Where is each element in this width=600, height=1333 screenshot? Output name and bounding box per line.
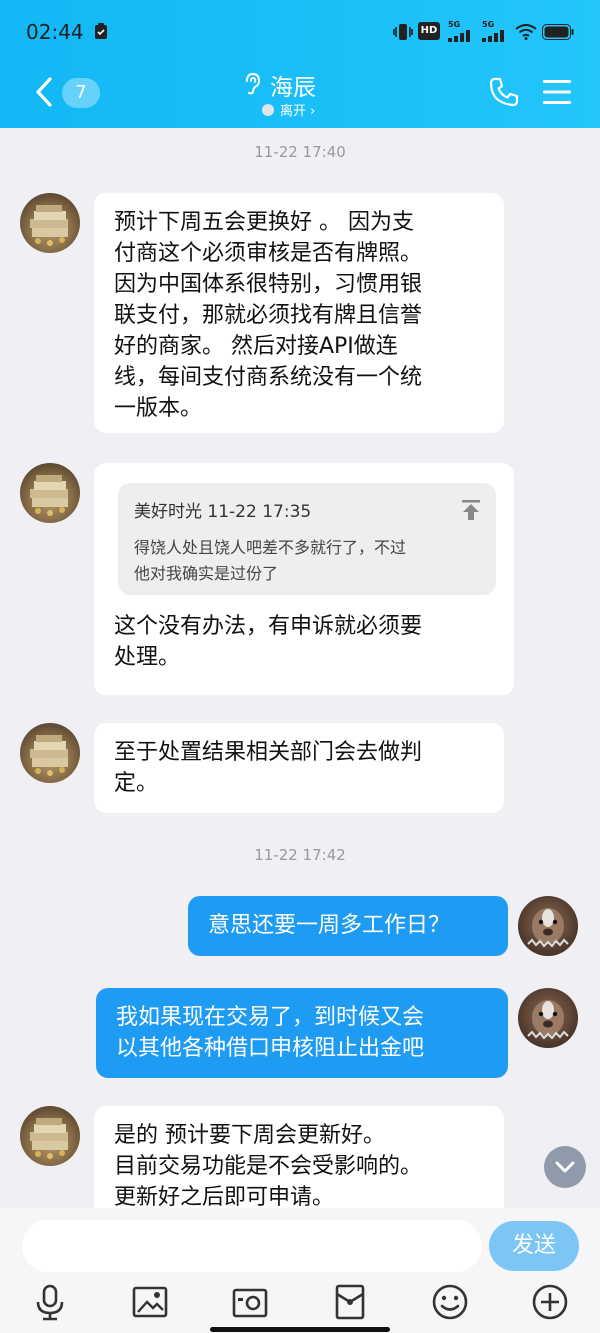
- quote-text: 得饶人处且饶人吧差不多就行了，不过 他对我确实是过份了: [134, 535, 406, 587]
- hd-badge: HD: [418, 22, 440, 40]
- nav-bar: 7 海辰 离开 ›: [0, 62, 600, 128]
- scroll-to-bottom-button[interactable]: [544, 1146, 586, 1188]
- message-line: 这个没有办法，有申诉就必须要: [114, 614, 423, 639]
- emoji-icon[interactable]: [430, 1282, 470, 1322]
- message-line: 一版本。: [114, 396, 203, 421]
- ear-icon: [246, 72, 261, 95]
- camera-icon[interactable]: [230, 1282, 270, 1322]
- presence-label: 离开 ›: [280, 104, 316, 119]
- outgoing-message[interactable]: 意思还要一周多工作日？: [188, 896, 508, 956]
- message-line: 好的商家。 然后对接API做连: [114, 334, 398, 359]
- plus-icon[interactable]: [530, 1282, 570, 1322]
- signal-icon-2: [482, 30, 504, 42]
- quote-line: 他对我确实是过份了: [134, 564, 279, 583]
- message-line: 预计下周五会更换好 。 因为支: [114, 210, 414, 235]
- clock-status-icon: [262, 104, 274, 116]
- money-stack-avatar-image: [30, 475, 68, 516]
- signal-icon: [448, 30, 470, 42]
- incoming-message-with-quote[interactable]: 美好时光 11-22 17:35 得饶人处且饶人吧差不多就行了，不过 他对我确实…: [94, 463, 514, 695]
- incoming-message[interactable]: 是的 预计要下周会更新好。 目前交易功能是不会受影响的。 更新好之后即可申请。: [94, 1106, 504, 1208]
- message-body: 这个没有办法，有申诉就必须要 处理。: [114, 611, 422, 673]
- vibrate-icon: [393, 24, 413, 40]
- message-line: 以其他各种借口申核阻止出金吧: [116, 1036, 425, 1061]
- timestamp: 11-22 17:40: [254, 143, 346, 161]
- battery-icon: [542, 24, 574, 40]
- composer-toolbar: [0, 1282, 600, 1324]
- chat-header: 02:44 HD 5G 5G 7 海辰 离开 ›: [0, 0, 600, 128]
- message-line: 目前交易功能是不会受影响的。: [114, 1154, 423, 1179]
- quoted-message[interactable]: 美好时光 11-22 17:35 得饶人处且饶人吧差不多就行了，不过 他对我确实…: [118, 483, 496, 595]
- dog-avatar-image: [527, 1000, 569, 1040]
- network-5g-label-2: 5G: [482, 20, 495, 29]
- contact-avatar[interactable]: [20, 193, 80, 253]
- composer: 发送: [0, 1208, 600, 1333]
- dog-avatar-image: [527, 908, 569, 948]
- message-line: 联支付，那就必须找有牌且信誉: [114, 303, 423, 328]
- incoming-message[interactable]: 至于处置结果相关部门会去做判 定。: [94, 723, 504, 813]
- message-line: 至于处置结果相关部门会去做判: [114, 740, 423, 765]
- network-5g-label-1: 5G: [448, 20, 461, 29]
- my-avatar[interactable]: [518, 896, 578, 956]
- contact-avatar[interactable]: [20, 723, 80, 783]
- timestamp: 11-22 17:42: [254, 846, 346, 864]
- money-stack-avatar-image: [30, 205, 68, 246]
- message-line: 定。: [114, 771, 159, 796]
- send-button[interactable]: 发送: [489, 1221, 579, 1271]
- phone-call-icon[interactable]: [488, 76, 520, 108]
- incoming-message[interactable]: 预计下周五会更换好 。 因为支 付商这个必须审核是否有牌照。 因为中国体系很特别…: [94, 193, 504, 433]
- money-stack-avatar-image: [30, 735, 68, 776]
- home-indicator: [210, 1327, 390, 1332]
- quote-line: 得饶人处且饶人吧差不多就行了，不过: [134, 538, 407, 557]
- contact-name: 海辰: [270, 75, 316, 101]
- wifi-icon: [515, 24, 537, 40]
- message-list[interactable]: 11-22 17:40 预计下周五会更换好 。 因为支 付商这个必须审核是否有牌…: [0, 128, 600, 1208]
- microphone-icon[interactable]: [30, 1282, 70, 1322]
- message-line: 处理。: [114, 645, 181, 670]
- back-chevron-icon[interactable]: [30, 75, 60, 109]
- red-packet-icon[interactable]: [330, 1282, 370, 1322]
- clipboard-icon: [95, 23, 107, 39]
- contact-title[interactable]: 海辰: [270, 68, 332, 102]
- unread-count-badge[interactable]: 7: [62, 78, 100, 108]
- clock: 02:44: [26, 20, 84, 44]
- chevron-down-icon: [555, 1161, 575, 1173]
- message-line: 更新好之后即可申请。: [114, 1185, 335, 1208]
- image-icon[interactable]: [130, 1282, 170, 1322]
- message-line: 意思还要一周多工作日？: [208, 913, 451, 938]
- contact-avatar[interactable]: [20, 463, 80, 523]
- message-input[interactable]: [22, 1220, 482, 1272]
- jump-to-original-icon[interactable]: [460, 499, 482, 521]
- outgoing-message[interactable]: 我如果现在交易了，到时候又会 以其他各种借口申核阻止出金吧: [96, 988, 508, 1078]
- message-line: 是的 预计要下周会更新好。: [114, 1123, 385, 1148]
- money-stack-avatar-image: [30, 1118, 68, 1159]
- presence-status[interactable]: 离开 ›: [262, 100, 315, 119]
- message-line: 我如果现在交易了，到时候又会: [116, 1005, 425, 1030]
- contact-avatar[interactable]: [20, 1106, 80, 1166]
- message-line: 因为中国体系很特别，习惯用银: [114, 272, 423, 297]
- message-line: 付商这个必须审核是否有牌照。: [114, 241, 423, 266]
- quote-header: 美好时光 11-22 17:35: [134, 502, 312, 522]
- menu-icon[interactable]: [542, 78, 572, 106]
- message-line: 线，每间支付商系统没有一个统: [114, 365, 423, 390]
- my-avatar[interactable]: [518, 988, 578, 1048]
- status-bar: 02:44 HD 5G 5G: [0, 0, 600, 62]
